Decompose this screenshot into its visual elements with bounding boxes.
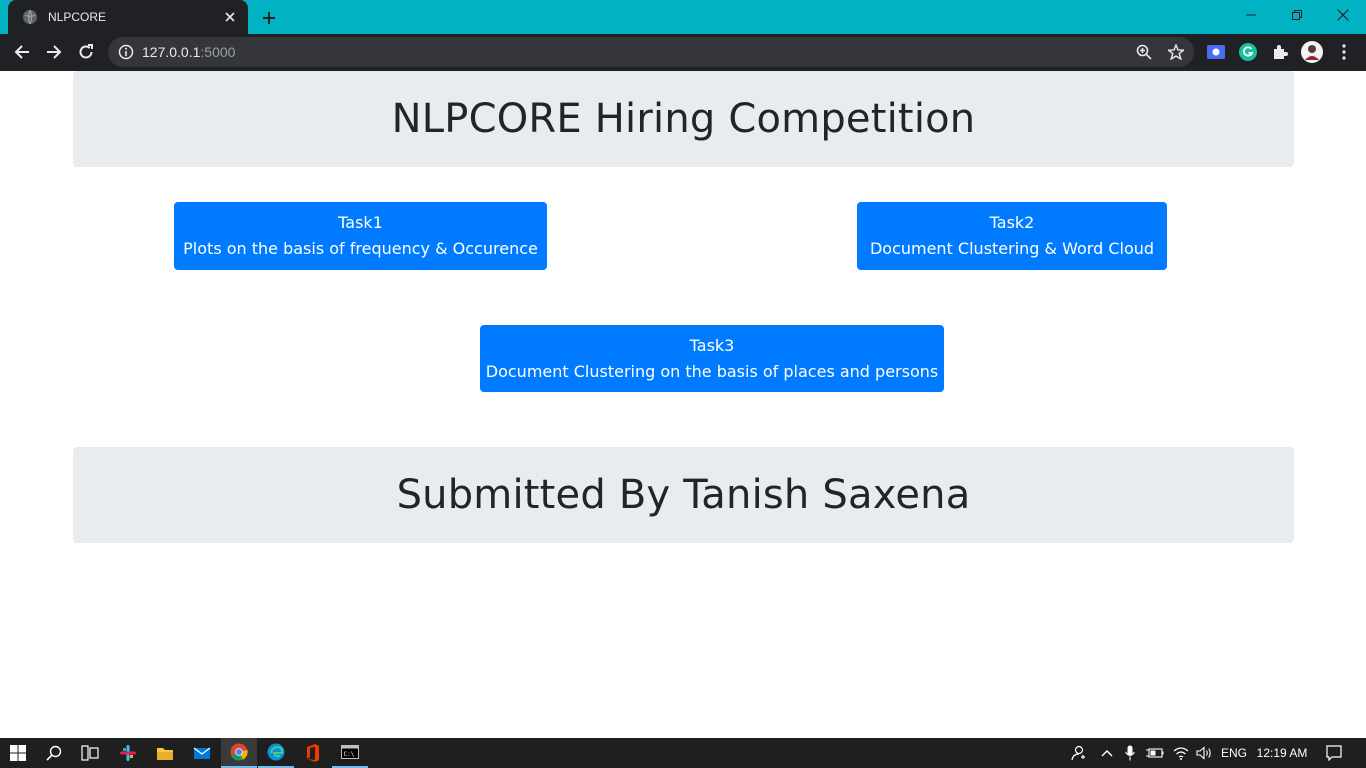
office-icon[interactable] [295, 738, 331, 768]
task3-button[interactable]: Task3 Document Clustering on the basis o… [480, 325, 944, 392]
action-center-icon[interactable] [1320, 738, 1348, 768]
task1-title: Task1 [338, 213, 383, 232]
url-host: 127.0.0.1 [142, 44, 201, 60]
clock[interactable]: 12:19 AM [1254, 738, 1310, 768]
page-title: NLPCORE Hiring Competition [391, 96, 976, 142]
mail-icon[interactable] [184, 738, 220, 768]
browser-toolbar: 127.0.0.1:5000 [0, 34, 1366, 71]
browser-menu-icon[interactable] [1333, 41, 1355, 63]
tab-title: NLPCORE [48, 10, 107, 24]
edge-icon[interactable] [258, 738, 294, 768]
task2-description: Document Clustering & Word Cloud [869, 239, 1155, 258]
browser-tab-active[interactable]: NLPCORE [8, 0, 248, 34]
task3-title: Task3 [689, 336, 735, 355]
site-info-icon[interactable] [118, 44, 134, 60]
url-text: 127.0.0.1:5000 [142, 44, 235, 60]
people-icon[interactable] [1066, 738, 1090, 768]
back-arrow-icon[interactable] [8, 38, 36, 66]
zoom-icon[interactable] [1136, 44, 1152, 60]
extensions-puzzle-icon[interactable] [1269, 41, 1291, 63]
file-explorer-icon[interactable] [147, 738, 183, 768]
task1-button[interactable]: Task1 Plots on the basis of frequency & … [174, 202, 547, 270]
microphone-icon[interactable] [1120, 738, 1140, 768]
reload-icon[interactable] [72, 38, 100, 66]
header-jumbotron: NLPCORE Hiring Competition [73, 71, 1294, 167]
svg-text:C:\: C:\ [344, 751, 355, 758]
search-icon[interactable] [36, 738, 72, 768]
address-bar[interactable]: 127.0.0.1:5000 [108, 37, 1194, 67]
windows-taskbar: C:\ ENG 12:19 AM [0, 738, 1366, 768]
screen-capture-extension-icon[interactable] [1205, 41, 1227, 63]
url-port: :5000 [200, 44, 236, 60]
battery-charging-icon[interactable] [1144, 738, 1166, 768]
task-view-icon[interactable] [72, 738, 108, 768]
terminal-icon[interactable]: C:\ [332, 738, 368, 768]
profile-avatar[interactable] [1301, 41, 1323, 63]
chevron-up-icon[interactable] [1096, 738, 1118, 768]
author-credit: Submitted By Tanish Saxena [396, 472, 971, 518]
chrome-icon[interactable] [221, 738, 257, 768]
new-tab-button[interactable] [258, 7, 280, 29]
language-indicator[interactable]: ENG [1218, 738, 1250, 768]
start-icon[interactable] [0, 738, 36, 768]
task2-button[interactable]: Task2 Document Clustering & Word Cloud [857, 202, 1167, 270]
task1-description: Plots on the basis of frequency & Occure… [183, 239, 538, 258]
browser-titlebar: NLPCORE [0, 0, 1366, 34]
wifi-icon[interactable] [1170, 738, 1192, 768]
close-window-icon[interactable] [1320, 0, 1366, 30]
footer-jumbotron: Submitted By Tanish Saxena [73, 447, 1294, 543]
slack-icon[interactable] [110, 738, 146, 768]
minimize-icon[interactable] [1228, 0, 1274, 30]
bookmark-star-icon[interactable] [1166, 43, 1186, 61]
grammarly-extension-icon[interactable] [1237, 41, 1259, 63]
forward-arrow-icon[interactable] [40, 38, 68, 66]
globe-icon [22, 9, 38, 25]
task3-description: Document Clustering on the basis of plac… [485, 362, 939, 381]
task2-title: Task2 [989, 213, 1035, 232]
volume-icon[interactable] [1193, 738, 1215, 768]
tab-close-icon[interactable] [222, 9, 238, 25]
restore-icon[interactable] [1274, 0, 1320, 30]
